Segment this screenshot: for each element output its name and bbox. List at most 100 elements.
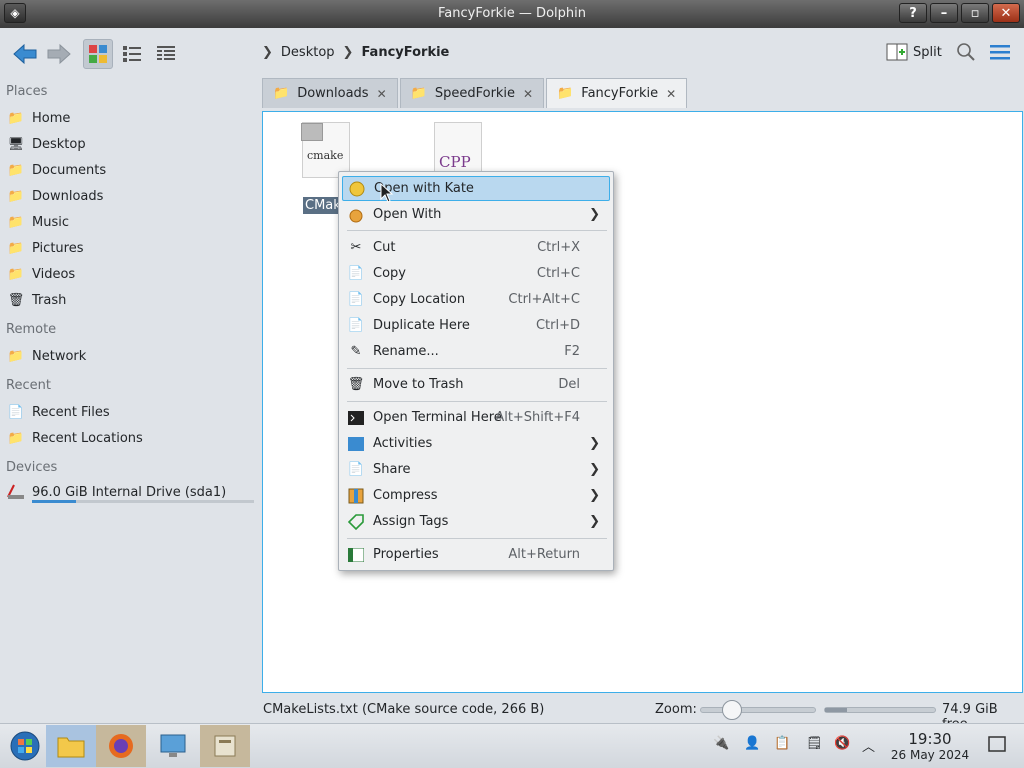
menu-separator: [347, 230, 607, 231]
forward-button[interactable]: [44, 40, 74, 68]
sidebar-item-home[interactable]: 📁 Home: [6, 106, 70, 130]
downloads-folder-icon: 📁: [7, 188, 25, 204]
rename-icon: ✎: [350, 344, 362, 359]
close-tab-icon[interactable]: ✕: [377, 87, 387, 101]
menu-item-open-terminal-here[interactable]: Open Terminal Here Alt+Shift+F4: [342, 405, 610, 430]
menu-shortcut: F2: [564, 344, 580, 359]
close-button[interactable]: ✕: [992, 3, 1020, 23]
status-file-info: CMakeLists.txt (CMake source code, 266 B…: [263, 702, 545, 717]
chevron-right-icon: ❯: [589, 488, 600, 503]
breadcrumb: ❯ Desktop ❯ FancyForkie: [262, 45, 449, 60]
menu-shortcut: Alt+Shift+F4: [495, 410, 580, 425]
menu-shortcut: Del: [558, 377, 580, 392]
system-monitor-icon: [160, 734, 186, 757]
breadcrumb-desktop[interactable]: Desktop: [281, 45, 335, 60]
zoom-slider-handle[interactable]: [722, 700, 742, 720]
start-menu-button[interactable]: [0, 725, 50, 767]
menu-item-copy-location[interactable]: 📄 Copy Location Ctrl+Alt+C: [342, 287, 610, 312]
copy-location-icon: 📄: [347, 292, 365, 307]
tray-kde-connect-icon[interactable]: 🔌: [713, 736, 729, 751]
compact-view-button[interactable]: [117, 39, 147, 69]
tab-downloads[interactable]: 📁 Downloads ✕: [262, 78, 398, 108]
cmake-file-icon: cmake: [301, 122, 350, 178]
sidebar-item-network[interactable]: 📁 Network: [6, 344, 86, 368]
music-folder-icon: 📁: [7, 214, 25, 230]
close-tab-icon[interactable]: ✕: [666, 87, 676, 101]
sidebar-item-music[interactable]: 📁 Music: [6, 210, 69, 234]
taskbar: 🔌 👤 📋 🗒 🔇 ︿ 19:30 26 May 2024: [0, 723, 1024, 768]
taskbar-archive-button[interactable]: [200, 725, 250, 767]
properties-icon: [347, 546, 365, 564]
sidebar-item-videos[interactable]: 📁 Videos: [6, 262, 75, 286]
selection-checkbox-icon[interactable]: [301, 123, 323, 141]
sidebar-item-label: Trash: [32, 292, 67, 308]
menu-item-label: Share: [373, 462, 411, 477]
pictures-folder-icon: 📁: [7, 240, 25, 256]
mouse-cursor-icon: [380, 183, 394, 203]
zoom-slider-track[interactable]: [700, 707, 816, 713]
file-item-cpp[interactable]: CPP: [413, 122, 503, 178]
drive-usage-bar: [32, 500, 254, 503]
icons-view-icon: [89, 45, 107, 63]
tray-clipboard-icon[interactable]: 📋: [774, 736, 790, 751]
sidebar-item-desktop[interactable]: 🖥 Desktop: [6, 132, 86, 156]
sidebar-item-recent-locations[interactable]: 📁 Recent Locations: [6, 426, 143, 450]
show-desktop-icon[interactable]: [988, 736, 1006, 756]
menu-item-duplicate-here[interactable]: 📄 Duplicate Here Ctrl+D: [342, 313, 610, 338]
network-folder-icon: 📁: [7, 348, 25, 364]
taskbar-system-settings-button[interactable]: [148, 725, 198, 767]
close-tab-icon[interactable]: ✕: [523, 87, 533, 101]
menu-item-assign-tags[interactable]: Assign Tags ❯: [342, 509, 610, 534]
file-manager-icon: [57, 737, 85, 758]
details-view-button[interactable]: [151, 39, 181, 69]
menu-item-properties[interactable]: Properties Alt+Return: [342, 542, 610, 567]
search-button[interactable]: [956, 42, 976, 66]
volume-muted-icon[interactable]: 🔇: [834, 736, 850, 751]
sidebar-item-pictures[interactable]: 📁 Pictures: [6, 236, 84, 260]
breadcrumb-fancyforkie[interactable]: FancyForkie: [361, 45, 449, 60]
tab-fancyforkie[interactable]: 📁 FancyForkie ✕: [546, 78, 688, 108]
sidebar-item-trash[interactable]: 🗑 Trash: [6, 288, 67, 312]
tray-expand-chevron-icon[interactable]: ︿: [862, 736, 875, 755]
menu-item-open-with[interactable]: Open With ❯: [342, 202, 610, 227]
menu-item-activities[interactable]: Activities ❯: [342, 431, 610, 456]
icons-view-button[interactable]: [83, 39, 113, 69]
tab-speedforkie[interactable]: 📁 SpeedForkie ✕: [399, 78, 545, 108]
menu-item-label: Duplicate Here: [373, 318, 470, 333]
tab-label: SpeedForkie: [434, 86, 516, 101]
recent-locations-icon: 📁: [7, 430, 25, 446]
split-view-icon: [886, 43, 908, 61]
clock[interactable]: 19:30 26 May 2024: [890, 730, 970, 762]
menu-item-rename[interactable]: ✎ Rename... F2: [342, 339, 610, 364]
split-button[interactable]: Split: [886, 42, 942, 62]
tray-notes-icon[interactable]: 🗒: [806, 736, 823, 751]
help-button[interactable]: ?: [899, 3, 927, 23]
back-button[interactable]: [10, 40, 40, 68]
file-item-cmakelists[interactable]: cmake CMakeLi: [281, 122, 371, 214]
tray-user-icon[interactable]: 👤: [744, 736, 760, 751]
split-label: Split: [913, 44, 942, 60]
minimize-button[interactable]: –: [930, 3, 958, 23]
taskbar-dolphin-button[interactable]: [46, 725, 96, 767]
hamburger-menu-icon: [990, 45, 1010, 60]
sidebar-item-recent-files[interactable]: 📄 Recent Files: [6, 400, 110, 424]
chevron-right-icon: ❯: [589, 207, 600, 222]
menu-item-compress[interactable]: Compress ❯: [342, 483, 610, 508]
menu-item-move-to-trash[interactable]: 🗑 Move to Trash Del: [342, 372, 610, 397]
menu-item-label: Open With: [373, 207, 442, 222]
sidebar-item-downloads[interactable]: 📁 Downloads: [6, 184, 104, 208]
chevron-right-icon: ❯: [262, 45, 273, 60]
menu-item-cut[interactable]: ✂ Cut Ctrl+X: [342, 235, 610, 260]
menu-item-copy[interactable]: 📄 Copy Ctrl+C: [342, 261, 610, 286]
status-bar: CMakeLists.txt (CMake source code, 266 B…: [0, 698, 1024, 732]
taskbar-firefox-button[interactable]: [96, 725, 146, 767]
maximize-button[interactable]: ▫: [961, 3, 989, 23]
duplicate-icon: 📄: [347, 318, 365, 333]
videos-folder-icon: 📁: [7, 266, 25, 282]
chevron-right-icon: ❯: [589, 462, 600, 477]
hamburger-menu-button[interactable]: [990, 44, 1010, 64]
menu-item-share[interactable]: 📄 Share ❯: [342, 457, 610, 482]
share-icon: 📄: [347, 462, 365, 477]
sidebar-item-documents[interactable]: 📁 Documents: [6, 158, 106, 182]
terminal-icon: [347, 409, 365, 427]
